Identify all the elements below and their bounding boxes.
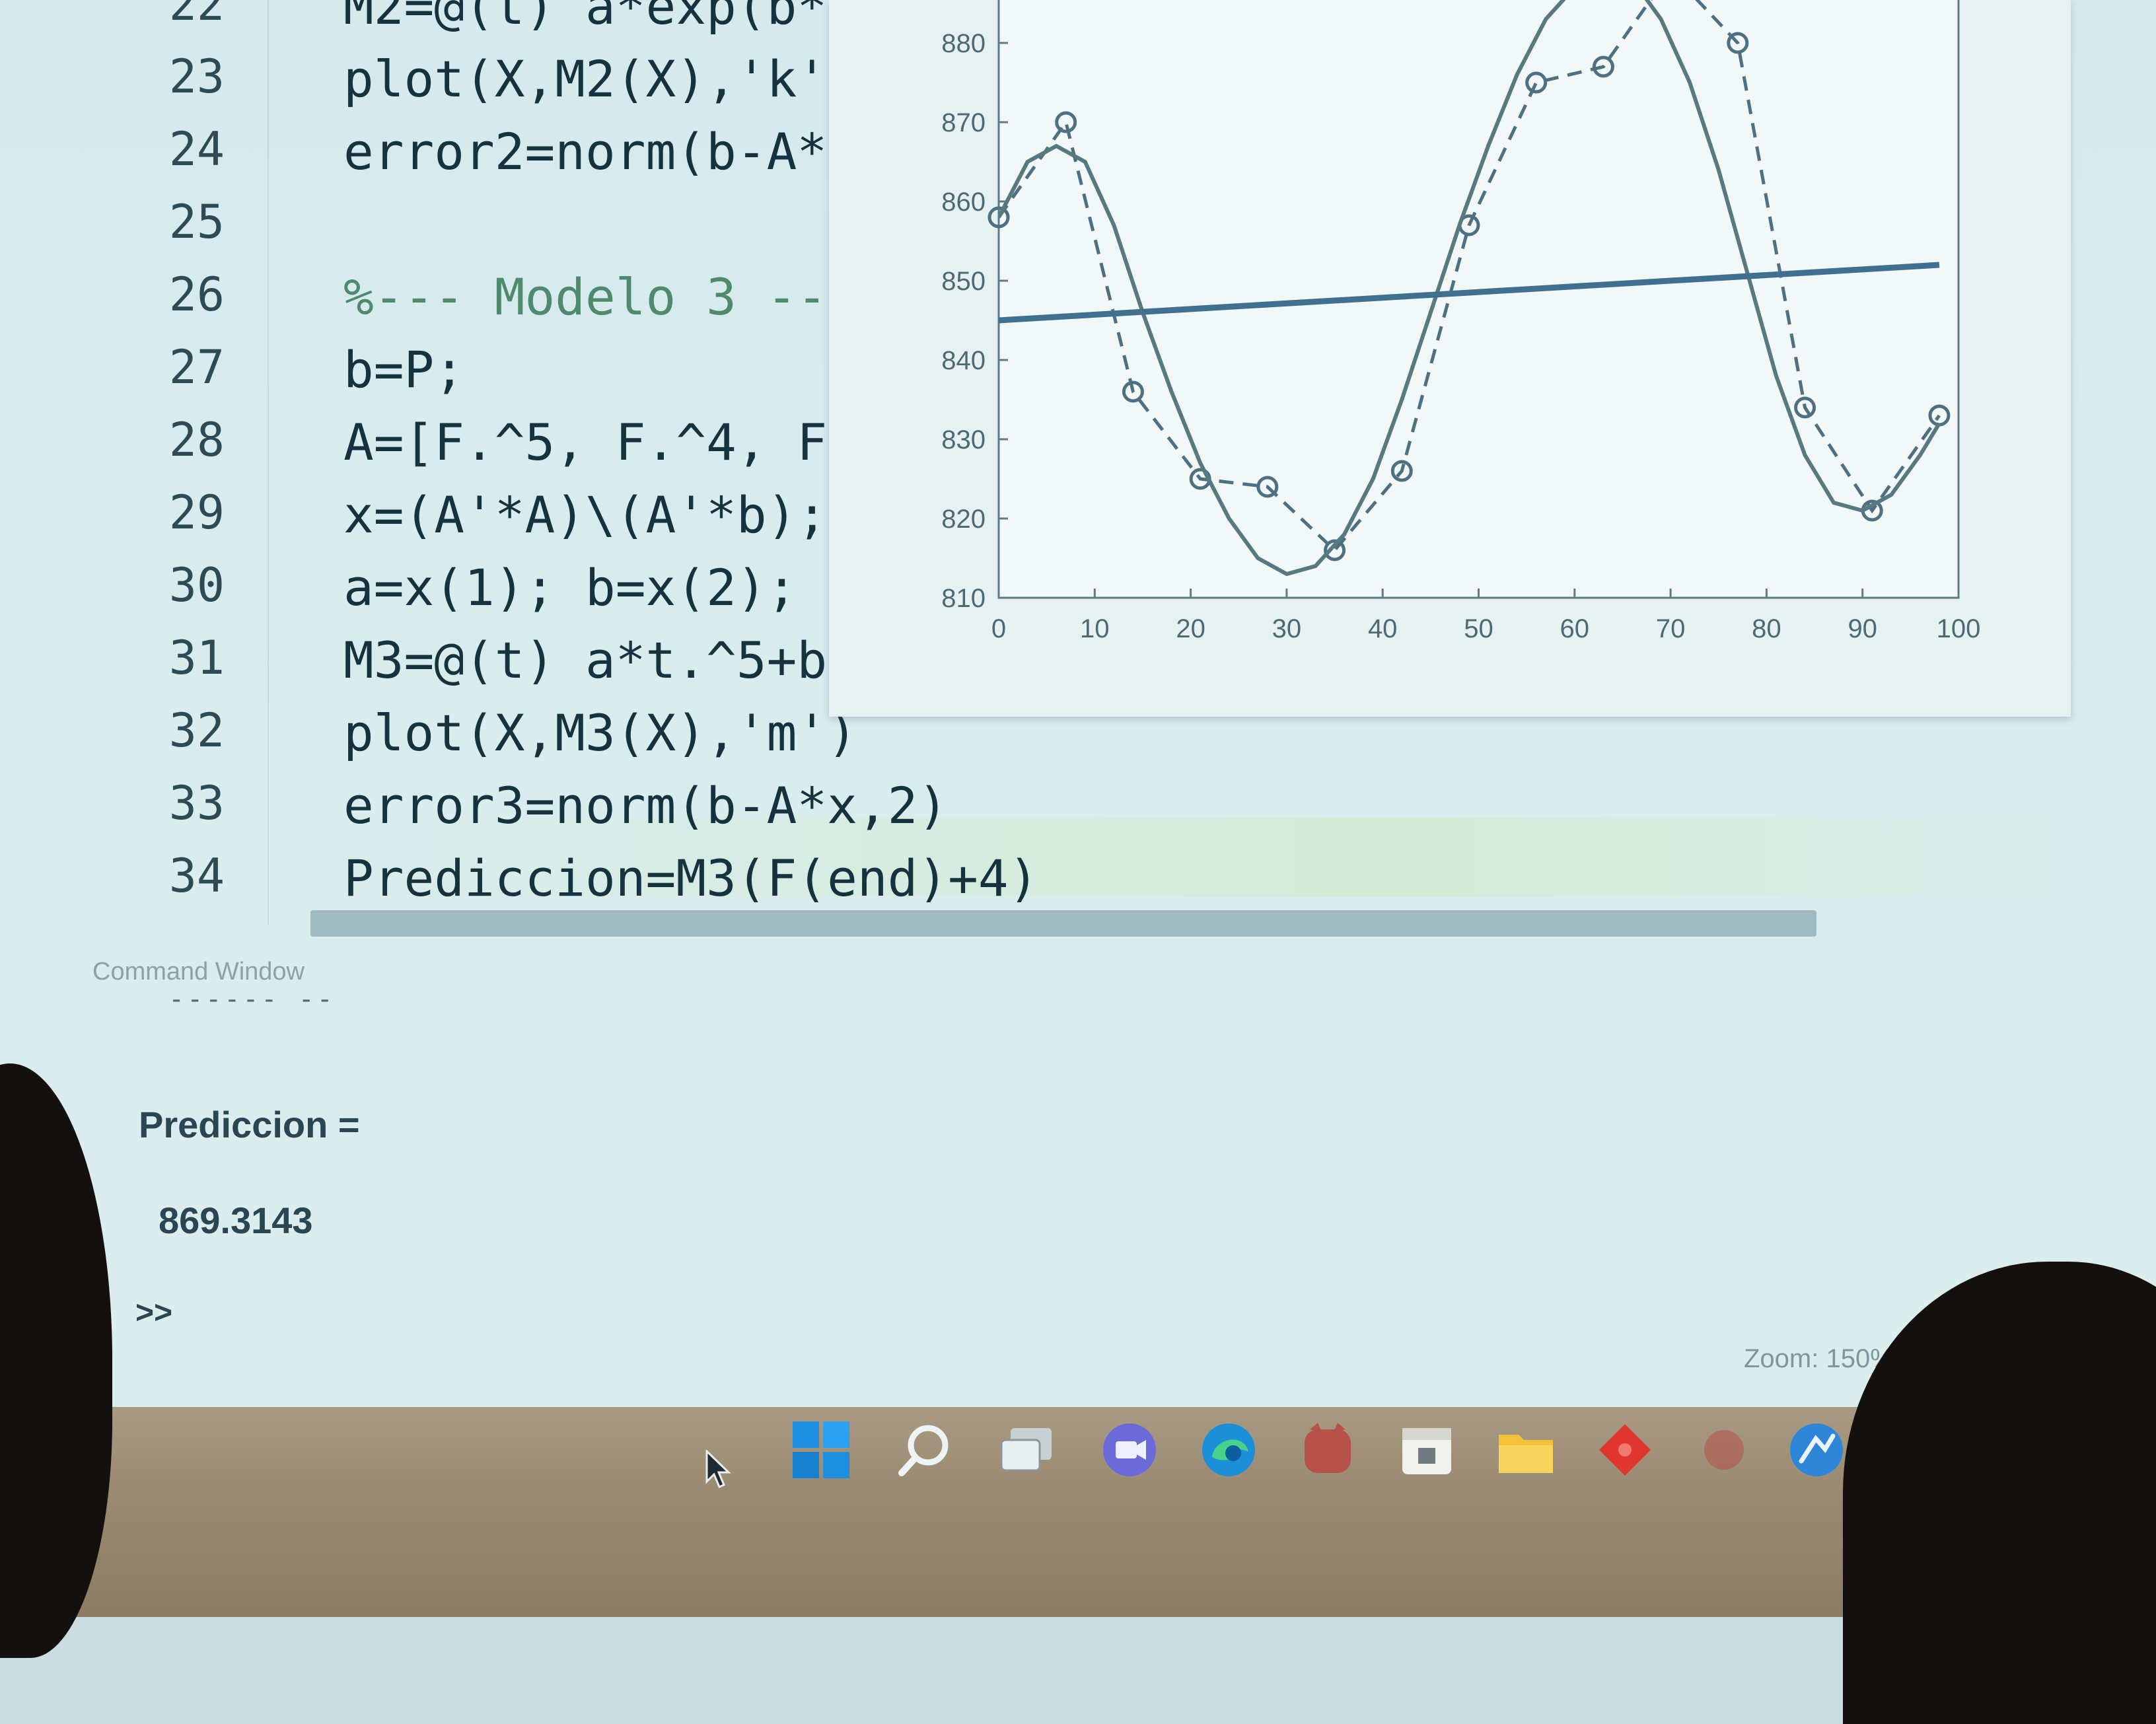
command-window-label: Command Window <box>92 958 305 986</box>
horizontal-scrollbar[interactable] <box>310 910 1816 937</box>
line-number: 25 <box>168 195 225 249</box>
x-tick-label: 90 <box>1848 614 1877 643</box>
line-number: 34 <box>168 849 225 903</box>
chart: 810 820 830 840 850 860 870 880 0 10 20 30 40 50 60 70 8… <box>941 0 1981 643</box>
code-comment: %--- Modelo 3 -- <box>343 268 828 326</box>
output-variable-name: Prediccion = <box>139 1104 360 1145</box>
y-tick-label: 820 <box>941 505 986 534</box>
windows-start-icon[interactable] <box>791 1420 851 1480</box>
code-line[interactable]: 33 error3=norm(b-A*x,2) <box>0 776 1783 849</box>
y-tick-label: 860 <box>941 188 986 217</box>
line-number: 29 <box>168 485 225 540</box>
x-tick-label: 30 <box>1272 614 1302 643</box>
line-number: 22 <box>168 0 225 31</box>
code-text: error2=norm(b-A* <box>343 122 828 181</box>
line-number: 23 <box>168 50 225 104</box>
line-number: 24 <box>168 122 225 176</box>
search-icon[interactable] <box>895 1420 954 1480</box>
y-tick-label: 840 <box>941 346 986 375</box>
y-tick-label: 870 <box>941 108 986 137</box>
code-text: b=P; <box>343 340 465 399</box>
red-app-icon[interactable] <box>1595 1420 1655 1480</box>
line-number: 31 <box>168 631 225 685</box>
line-number: 30 <box>168 558 225 612</box>
y-tick-label: 850 <box>941 267 986 296</box>
teams-chat-icon[interactable] <box>1100 1420 1159 1480</box>
figure-window[interactable]: 810 820 830 840 850 860 870 880 0 10 20 30 40 50 60 70 8… <box>829 0 2071 717</box>
y-tick-label: 810 <box>941 584 986 613</box>
line-number: 28 <box>168 413 225 467</box>
red-app-icon-2[interactable] <box>1694 1420 1754 1480</box>
command-prompt[interactable]: >> <box>135 1295 172 1331</box>
code-text: x=(A'*A)\(A'*b); <box>343 485 828 544</box>
x-tick-label: 80 <box>1752 614 1781 643</box>
code-text: M3=@(t) a*t.^5+b <box>343 631 828 690</box>
code-text: plot(X,M3(X),'m') <box>343 703 857 762</box>
x-tick-label: 60 <box>1560 614 1590 643</box>
x-tick-label: 0 <box>991 614 1006 643</box>
app-icon[interactable] <box>1298 1420 1357 1480</box>
y-tick-label: 830 <box>941 425 986 454</box>
calendar-icon[interactable] <box>1397 1420 1456 1480</box>
code-text: error3=norm(b-A*x,2) <box>343 776 949 835</box>
matlab-icon[interactable] <box>1787 1420 1846 1480</box>
file-explorer-icon[interactable] <box>1496 1420 1556 1480</box>
output-value: 869.3143 <box>159 1200 313 1241</box>
x-tick-label: 70 <box>1656 614 1686 643</box>
x-tick-label: 10 <box>1080 614 1110 643</box>
line-number: 32 <box>168 703 225 758</box>
x-tick-label: 20 <box>1176 614 1205 643</box>
mouse-cursor-icon <box>705 1450 731 1488</box>
line-number: 26 <box>168 268 225 322</box>
zoom-level: Zoom: 150% <box>1744 1344 1894 1373</box>
line-number: 33 <box>168 776 225 830</box>
x-tick-label: 100 <box>1937 614 1981 643</box>
plot-area <box>997 0 1960 599</box>
code-text: Prediccion=M3(F(end)+4) <box>343 849 1039 908</box>
x-tick-label: 50 <box>1464 614 1493 643</box>
command-window-partial-output: ------ -- <box>168 984 336 1015</box>
code-text: A=[F.^5, F.^4, F <box>343 413 828 472</box>
task-view-icon[interactable] <box>997 1420 1057 1480</box>
code-text: a=x(1); b=x(2); <box>343 558 797 617</box>
line-number: 27 <box>168 340 225 394</box>
x-tick-label: 40 <box>1368 614 1398 643</box>
edge-browser-icon[interactable] <box>1199 1420 1258 1480</box>
code-text: plot(X,M2(X),'k' <box>343 50 828 108</box>
projected-screen: 22 M2=@(t) a*exp(b* 23 plot(X,M2(X),'k' 24 er… <box>0 0 2156 1407</box>
code-text: M2=@(t) a*exp(b* <box>343 0 828 36</box>
y-tick-label: 880 <box>941 29 986 58</box>
